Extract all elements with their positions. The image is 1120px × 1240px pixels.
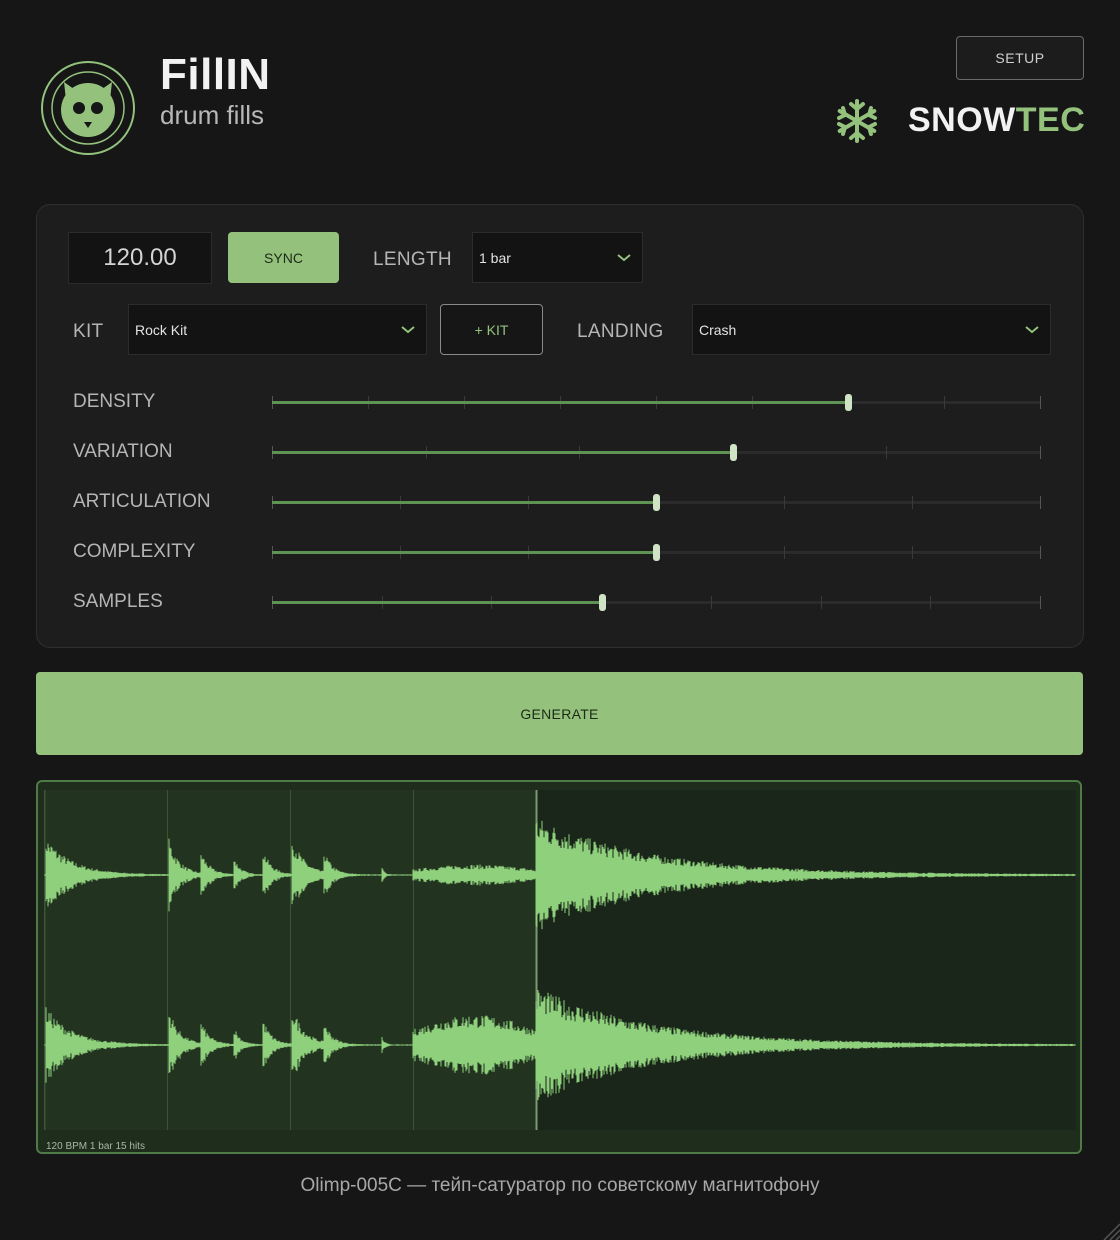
- sync-button[interactable]: SYNC: [228, 232, 339, 283]
- slider-variation: VARIATION: [68, 437, 1058, 467]
- slider-tick: [944, 396, 945, 409]
- slider-tick: [1040, 396, 1041, 409]
- app-subtitle: drum fills: [160, 100, 265, 130]
- brand-part-1: SNOW: [908, 101, 1016, 139]
- slider-tick: [1040, 596, 1041, 609]
- snowflake-icon: [837, 99, 877, 143]
- density-slider-track[interactable]: [272, 394, 1041, 411]
- slider-thumb[interactable]: [653, 494, 660, 511]
- bpm-input[interactable]: 120.00: [68, 232, 212, 284]
- landing-label: LANDING: [577, 321, 664, 342]
- brand-part-2: TEC: [1015, 101, 1086, 139]
- length-select-value: 1 bar: [479, 249, 511, 266]
- generate-button[interactable]: GENERATE: [36, 672, 1083, 755]
- variation-slider-track[interactable]: [272, 444, 1041, 461]
- slider-tick: [820, 596, 822, 609]
- slider-label: VARIATION: [73, 441, 173, 462]
- slider-tick: [784, 496, 785, 509]
- slider-fill: [272, 501, 656, 504]
- slider-label: SAMPLES: [73, 591, 163, 612]
- complexity-slider-track[interactable]: [272, 544, 1041, 561]
- slider-thumb[interactable]: [653, 544, 660, 561]
- landing-select-value: Crash: [699, 321, 737, 338]
- slider-thumb[interactable]: [845, 394, 852, 411]
- slider-tick: [886, 446, 888, 459]
- slider-tick: [912, 496, 913, 509]
- chevron-down-icon: [617, 253, 631, 261]
- slider-samples: SAMPLES: [68, 587, 1058, 617]
- slider-label: DENSITY: [73, 391, 156, 412]
- slider-tick: [930, 596, 932, 609]
- kit-select-value: Rock Kit: [135, 321, 188, 338]
- kit-label: KIT: [73, 321, 104, 342]
- slider-articulation: ARTICULATION: [68, 487, 1058, 517]
- app-title: FillIN: [160, 50, 271, 99]
- slider-tick: [1040, 496, 1041, 509]
- slider-fill: [272, 551, 656, 554]
- slider-tick: [710, 596, 712, 609]
- length-label: LENGTH: [373, 249, 452, 270]
- chevron-down-icon: [401, 325, 415, 333]
- slider-density: DENSITY: [68, 387, 1058, 417]
- length-select[interactable]: 1 bar: [472, 232, 643, 283]
- slider-tick: [784, 546, 785, 559]
- slider-tick: [1040, 546, 1041, 559]
- slider-tick: [912, 546, 913, 559]
- slider-label: COMPLEXITY: [73, 541, 196, 562]
- slider-thumb[interactable]: [599, 594, 607, 611]
- waveform-canvas[interactable]: [44, 790, 1076, 1130]
- app-logo: [41, 61, 135, 155]
- slider-fill: [272, 601, 603, 604]
- slider-fill: [272, 451, 733, 454]
- add-kit-button[interactable]: + KIT: [440, 304, 543, 355]
- setup-button[interactable]: SETUP: [956, 36, 1084, 80]
- slider-label: ARTICULATION: [73, 491, 211, 512]
- waveform-info: 120 BPM 1 bar 15 hits: [46, 1141, 145, 1152]
- footer-text: Olimp-005C — тейп-сатуратор по советском…: [300, 1175, 820, 1196]
- slider-complexity: COMPLEXITY: [68, 537, 1058, 567]
- slider-tick: [1040, 446, 1041, 459]
- brand-logo: SNOWTEC: [908, 101, 1085, 140]
- resize-grip-icon[interactable]: [1094, 1214, 1120, 1240]
- samples-slider-track[interactable]: [272, 594, 1041, 611]
- landing-select[interactable]: Crash: [692, 304, 1051, 355]
- articulation-slider-track[interactable]: [272, 494, 1041, 511]
- slider-fill: [272, 401, 848, 404]
- kit-select[interactable]: Rock Kit: [128, 304, 427, 355]
- chevron-down-icon: [1025, 325, 1039, 333]
- slider-thumb[interactable]: [729, 444, 737, 461]
